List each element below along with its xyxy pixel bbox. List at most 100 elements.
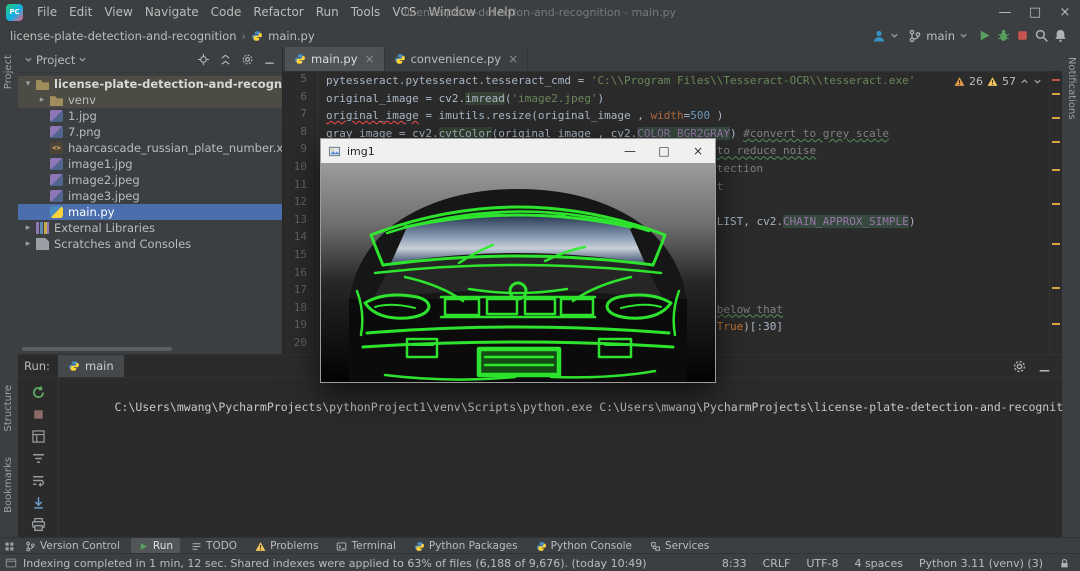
toolwindow-python-console[interactable]: Python Console [529, 538, 639, 554]
image-icon [50, 126, 63, 138]
tree-item-external-libraries[interactable]: ▸External Libraries [18, 220, 282, 236]
img1-titlebar[interactable]: img1 — □ × [321, 139, 715, 163]
warning-stripe-mark [1052, 323, 1060, 325]
close-button[interactable]: × [1050, 0, 1080, 24]
code-token: width [651, 109, 684, 122]
maximize-button[interactable]: □ [1020, 0, 1050, 24]
tree-item-license-plate-detection-and-recognition[interactable]: ▾license-plate-detection-and-recognition… [18, 76, 282, 92]
menu-refactor[interactable]: Refactor [247, 0, 309, 24]
branch-widget[interactable]: main [908, 29, 968, 43]
tree-item-scratches-and-consoles[interactable]: ▸Scratches and Consoles [18, 236, 282, 252]
play-icon[interactable] [977, 28, 992, 43]
rerun-icon[interactable] [31, 385, 46, 400]
tree-item-venv[interactable]: ▸venv [18, 92, 282, 108]
tree-caret-icon: ▾ [22, 79, 34, 89]
file-encoding[interactable]: UTF-8 [806, 557, 838, 570]
breadcrumb-project[interactable]: license-plate-detection-and-recognition [10, 29, 237, 43]
toolwindow-python-packages[interactable]: Python Packages [407, 538, 525, 554]
stop-dim-icon[interactable] [31, 407, 46, 422]
navbar-right: main [872, 24, 1068, 47]
menu-view[interactable]: View [98, 0, 138, 24]
softwrap-icon[interactable] [31, 473, 46, 488]
menu-code[interactable]: Code [205, 0, 248, 24]
code-token: )[:30] [743, 320, 783, 333]
warn-icon [255, 541, 266, 552]
filter-icon[interactable] [31, 451, 46, 466]
line-number: 19 [283, 318, 317, 336]
tree-item-7-png[interactable]: 7.png [18, 124, 282, 140]
tree-item-1-jpg[interactable]: 1.jpg [18, 108, 282, 124]
error-count: 26 [969, 75, 983, 88]
chevron-down-icon[interactable] [78, 55, 87, 64]
tree-item-image1-jpg[interactable]: image1.jpg [18, 156, 282, 172]
toolwindow-todo[interactable]: TODO [184, 538, 244, 554]
menu-run[interactable]: Run [310, 0, 345, 24]
stop-icon[interactable] [1015, 28, 1030, 43]
line-separator[interactable]: CRLF [763, 557, 791, 570]
chevron-down-icon[interactable] [24, 55, 33, 64]
lock-icon[interactable] [1059, 558, 1070, 569]
tab-label: main.py [311, 52, 358, 66]
line-number: 9 [283, 142, 317, 160]
scroll-down-icon[interactable] [31, 495, 46, 510]
tree-item-image2-jpeg[interactable]: image2.jpeg [18, 172, 282, 188]
user-widget[interactable] [872, 29, 899, 43]
tab-close-icon[interactable]: × [508, 52, 518, 66]
toolwindow-problems[interactable]: Problems [248, 538, 325, 554]
run-console-output[interactable]: C:\Users\mwang\PycharmProjects\pythonPro… [59, 377, 1062, 538]
print-icon[interactable] [31, 517, 46, 532]
indent-style[interactable]: 4 spaces [854, 557, 903, 570]
strip-bookmarks[interactable]: Bookmarks [3, 457, 14, 513]
settings-icon[interactable] [1012, 359, 1027, 374]
line-number: 5 [283, 72, 317, 90]
caret-position[interactable]: 8:33 [722, 557, 747, 570]
line-number: 8 [283, 125, 317, 143]
img1-maximize-button[interactable]: □ [647, 139, 681, 163]
code-line: original_image = cv2.imread('image2.jpeg… [326, 90, 1050, 108]
menu-file[interactable]: File [31, 0, 63, 24]
toolwindow-terminal[interactable]: Terminal [329, 538, 402, 554]
settings-icon[interactable] [241, 53, 254, 66]
python-interpreter[interactable]: Python 3.11 (venv) (3) [919, 557, 1043, 570]
next-issue-icon[interactable] [1033, 77, 1042, 86]
horizontal-scrollbar[interactable] [22, 347, 172, 351]
line-number: 12 [283, 195, 317, 213]
tab-convenience-py[interactable]: convenience.py× [385, 47, 529, 71]
error-stripe[interactable] [1049, 71, 1062, 354]
menu-tools[interactable]: Tools [345, 0, 387, 24]
tab-main-py[interactable]: main.py × [285, 47, 385, 71]
layout-icon[interactable] [31, 429, 46, 444]
warning-stripe-mark [1052, 117, 1060, 119]
tree-item-image3-jpeg[interactable]: image3.jpeg [18, 188, 282, 204]
hide-icon[interactable] [263, 53, 276, 66]
minimize-button[interactable]: — [990, 0, 1020, 24]
strip-notifications[interactable]: Notifications [1066, 57, 1077, 120]
tab-close-icon[interactable]: × [365, 52, 375, 66]
toolwindow-switcher[interactable] [0, 541, 18, 552]
strip-project[interactable]: Project [3, 55, 14, 89]
toolwindow-version-control[interactable]: Version Control [18, 538, 127, 554]
code-token: imread [465, 92, 505, 105]
hide-icon[interactable] [1037, 359, 1052, 374]
locate-icon[interactable] [197, 53, 210, 66]
previous-issue-icon[interactable] [1020, 77, 1029, 86]
project-panel-title[interactable]: Project [36, 53, 75, 67]
img1-title: img1 [347, 145, 375, 158]
tree-item-main-py[interactable]: main.py [18, 204, 282, 220]
tree-item-haarcascade-russian-plate-number-xml[interactable]: <>haarcascade_russian_plate_number.xml [18, 140, 282, 156]
menu-navigate[interactable]: Navigate [139, 0, 205, 24]
search-icon[interactable] [1034, 28, 1049, 43]
img1-minimize-button[interactable]: — [613, 139, 647, 163]
run-tab-main[interactable]: main [58, 355, 124, 377]
menu-edit[interactable]: Edit [63, 0, 98, 24]
img1-close-button[interactable]: × [681, 139, 715, 163]
breadcrumb-file[interactable]: main.py [268, 29, 315, 43]
collapse-all-icon[interactable] [219, 53, 232, 66]
toolwindow-run[interactable]: Run [131, 538, 180, 554]
strip-structure[interactable]: Structure [3, 385, 14, 432]
toolwindow-services[interactable]: Services [643, 538, 716, 554]
code-line: pytesseract.pytesseract.tesseract_cmd = … [326, 72, 1050, 90]
inspections-widget[interactable]: 26 57 [950, 74, 1046, 89]
bell-icon[interactable] [1053, 28, 1068, 43]
bug-icon[interactable] [996, 28, 1011, 43]
